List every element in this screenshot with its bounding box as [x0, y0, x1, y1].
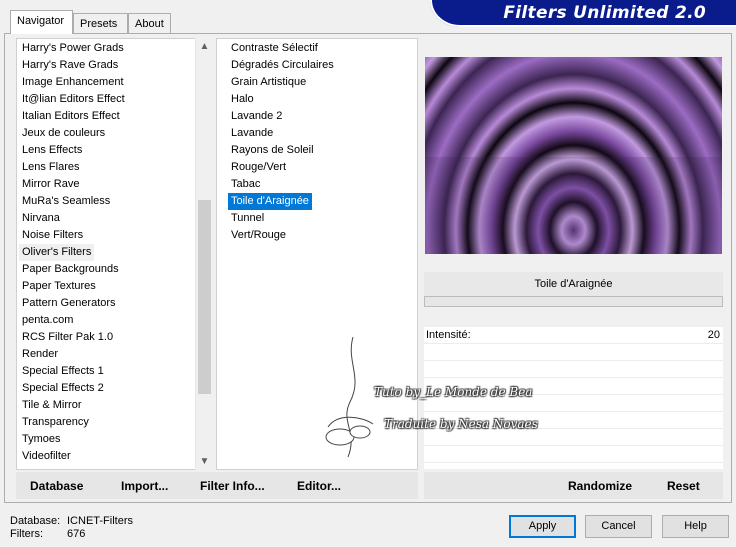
category-item[interactable]: Lens Flares: [19, 159, 82, 176]
selected-filter-title: Toile d'Araignée: [424, 272, 723, 296]
filter-item[interactable]: Contraste Sélectif: [228, 40, 321, 57]
filter-item[interactable]: Rayons de Soleil: [228, 142, 317, 159]
parameters-panel: Intensité: 20: [424, 327, 723, 469]
filter-item[interactable]: Grain Artistique: [228, 74, 309, 91]
category-scrollbar[interactable]: ▲ ▼: [195, 38, 212, 470]
category-item[interactable]: Tile & Mirror: [19, 397, 84, 414]
status-filters: Filters: 676: [10, 528, 85, 540]
database-button[interactable]: Database: [30, 479, 83, 493]
title-banner: Filters Unlimited 2.0: [430, 0, 736, 27]
category-item[interactable]: It@lian Editors Effect: [19, 91, 128, 108]
database-label: Database:: [10, 515, 61, 527]
category-item[interactable]: Mirror Rave: [19, 176, 82, 193]
param-label: Intensité:: [426, 329, 471, 341]
editor-button[interactable]: Editor...: [297, 479, 341, 493]
filter-preview: [425, 57, 722, 254]
category-item[interactable]: Paper Textures: [19, 278, 99, 295]
category-item[interactable]: Tymoes: [19, 431, 64, 448]
filters-count: 676: [67, 528, 86, 540]
param-row: [424, 344, 723, 361]
filter-item[interactable]: Dégradés Circulaires: [228, 57, 337, 74]
status-database: Database: ICNET-Filters: [10, 515, 133, 527]
scroll-down-icon[interactable]: ▼: [196, 453, 213, 470]
category-list[interactable]: Harry's Power Grads Harry's Rave Grads Ima…: [16, 38, 212, 470]
param-row: [424, 361, 723, 378]
filters-label: Filters:: [10, 528, 43, 540]
category-item[interactable]: penta.com: [19, 312, 76, 329]
param-row: [424, 429, 723, 446]
category-item[interactable]: Paper Backgrounds: [19, 261, 122, 278]
category-item[interactable]: Special Effects 2: [19, 380, 107, 397]
category-item[interactable]: MuRa's Seamless: [19, 193, 113, 210]
category-item[interactable]: Noise Filters: [19, 227, 86, 244]
filter-item[interactable]: Halo: [228, 91, 257, 108]
help-button[interactable]: Help: [662, 515, 729, 538]
param-row[interactable]: Intensité: 20: [424, 327, 723, 344]
filter-item[interactable]: Lavande 2: [228, 108, 285, 125]
database-value: ICNET-Filters: [67, 515, 133, 527]
progress-bar: [424, 296, 723, 307]
apply-button[interactable]: Apply: [509, 515, 576, 538]
cancel-button[interactable]: Cancel: [585, 515, 652, 538]
scroll-up-icon[interactable]: ▲: [196, 38, 213, 55]
tab-navigator[interactable]: Navigator: [10, 10, 73, 34]
import-button[interactable]: Import...: [121, 479, 168, 493]
category-item[interactable]: Pattern Generators: [19, 295, 119, 312]
scroll-thumb[interactable]: [198, 200, 211, 394]
category-item[interactable]: Special Effects 1: [19, 363, 107, 380]
category-item[interactable]: Oliver's Filters: [19, 244, 95, 261]
param-row: [424, 446, 723, 463]
category-item[interactable]: Jeux de couleurs: [19, 125, 108, 142]
param-value[interactable]: 20: [708, 327, 720, 344]
filter-item[interactable]: Tunnel: [228, 210, 267, 227]
filter-item[interactable]: Lavande: [228, 125, 276, 142]
category-item[interactable]: Harry's Power Grads: [19, 40, 127, 57]
preview-image: [425, 57, 722, 254]
banner-title: Filters Unlimited 2.0: [503, 3, 706, 23]
filter-item[interactable]: Rouge/Vert: [228, 159, 289, 176]
filter-list[interactable]: Contraste Sélectif Dégradés Circulaires Gr…: [216, 38, 418, 470]
param-row: [424, 378, 723, 395]
param-row: [424, 395, 723, 412]
category-item[interactable]: Videofilter: [19, 448, 74, 465]
filter-info-button[interactable]: Filter Info...: [200, 479, 265, 493]
category-item[interactable]: Lens Effects: [19, 142, 85, 159]
category-item[interactable]: RCS Filter Pak 1.0: [19, 329, 116, 346]
param-row: [424, 412, 723, 429]
category-item[interactable]: Render: [19, 346, 61, 363]
right-button-bar: Randomize Reset: [424, 472, 723, 499]
tab-presets[interactable]: Presets: [73, 13, 128, 33]
category-item[interactable]: Nirvana: [19, 210, 63, 227]
left-button-bar: Database Import... Filter Info... Editor…: [16, 472, 418, 499]
randomize-button[interactable]: Randomize: [568, 479, 632, 493]
category-item[interactable]: Italian Editors Effect: [19, 108, 123, 125]
category-item[interactable]: Transparency: [19, 414, 92, 431]
filter-item[interactable]: Vert/Rouge: [228, 227, 289, 244]
reset-button[interactable]: Reset: [667, 479, 700, 493]
filter-item[interactable]: Toile d'Araignée: [228, 193, 312, 210]
category-item[interactable]: Harry's Rave Grads: [19, 57, 121, 74]
filter-item[interactable]: Tabac: [228, 176, 263, 193]
category-item[interactable]: Image Enhancement: [19, 74, 127, 91]
tab-about[interactable]: About: [128, 13, 171, 33]
